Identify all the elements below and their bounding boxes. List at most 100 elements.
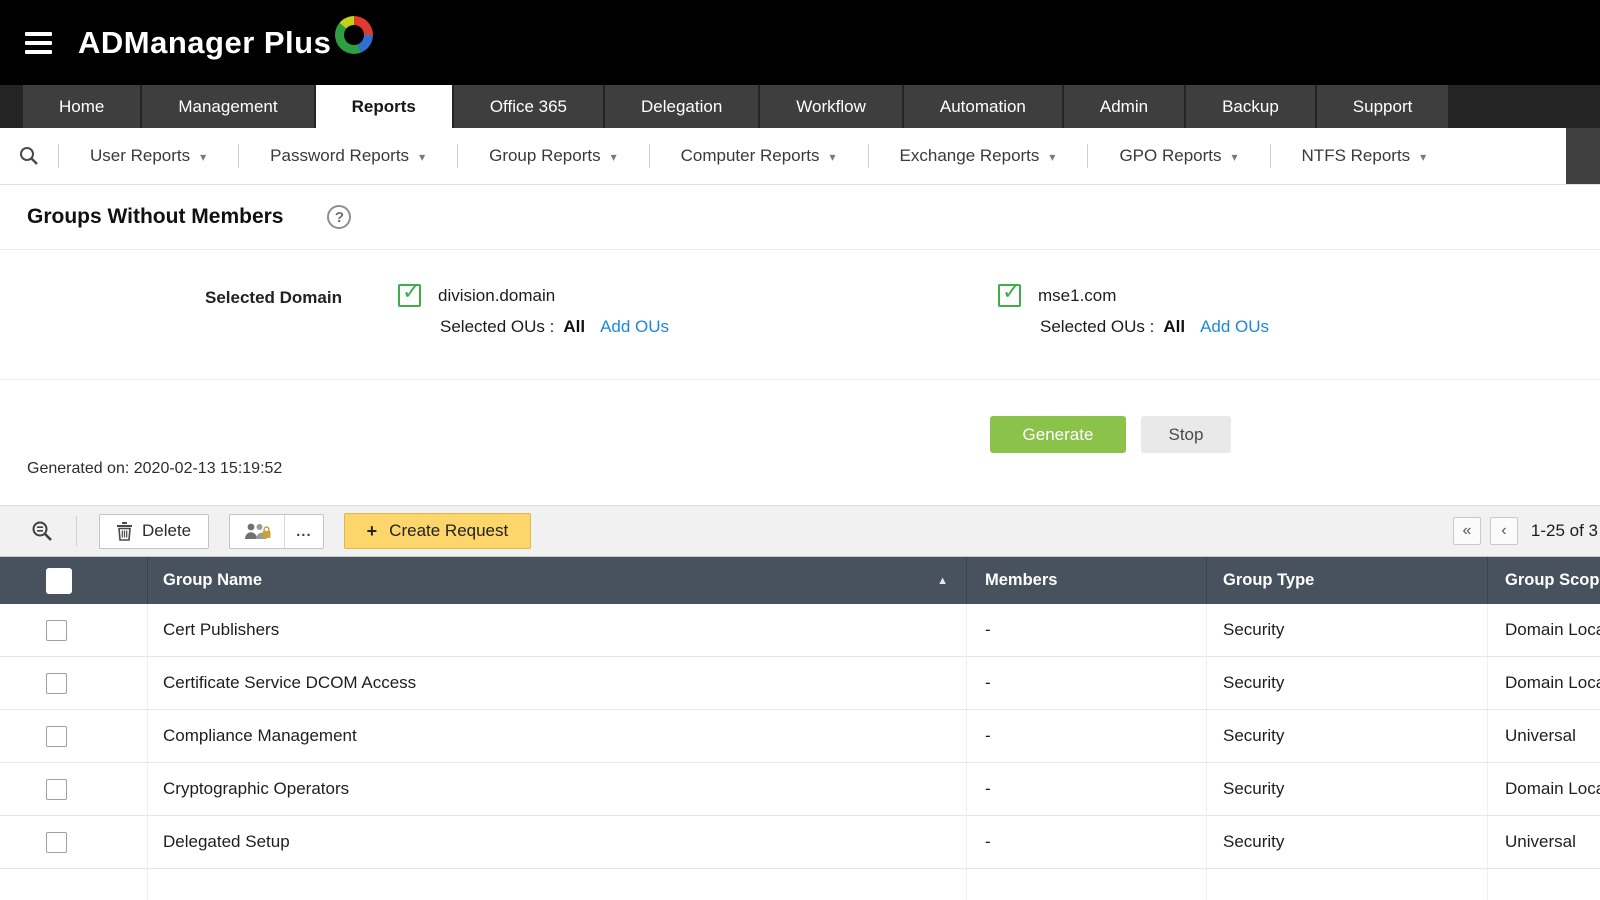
tab-workflow[interactable]: Workflow	[760, 85, 902, 128]
subnav-item-label: Password Reports	[270, 146, 409, 166]
domain-checkbox[interactable]: ✓	[998, 284, 1021, 307]
members-cell: -	[967, 710, 1207, 762]
group-scope-cell: Domain Local	[1488, 604, 1600, 656]
tab-reports[interactable]: Reports	[316, 85, 452, 128]
subnav-item-label: Computer Reports	[681, 146, 820, 166]
pagination-range: 1-25 of 3	[1531, 521, 1598, 541]
create-request-button[interactable]: + Create Request	[344, 513, 532, 549]
generate-button[interactable]: Generate	[990, 416, 1126, 453]
toolbar-divider	[76, 516, 77, 546]
group-name-cell: Cryptographic Operators	[148, 763, 967, 815]
table-row-partial	[0, 869, 1600, 900]
chevron-down-icon: ▾	[1049, 150, 1055, 164]
check-icon: ✓	[402, 279, 420, 305]
members-cell: -	[967, 763, 1207, 815]
subnav-item-label: Exchange Reports	[900, 146, 1040, 166]
table-row: Compliance Management-SecurityUniversal	[0, 710, 1600, 763]
subnav-item-group-reports[interactable]: Group Reports▾	[457, 128, 649, 184]
group-name-cell: Compliance Management	[148, 710, 967, 762]
domain-checkbox[interactable]: ✓	[398, 284, 421, 307]
row-checkbox[interactable]	[46, 726, 67, 747]
subnav-item-ntfs-reports[interactable]: NTFS Reports▾	[1270, 128, 1459, 184]
row-checkbox[interactable]	[46, 832, 67, 853]
tab-office-365[interactable]: Office 365	[454, 85, 603, 128]
group-type-cell: Security	[1207, 710, 1488, 762]
group-permissions-button[interactable]	[230, 515, 284, 548]
subnav-item-password-reports[interactable]: Password Reports▾	[238, 128, 457, 184]
column-header-group-name[interactable]: Group Name ▲	[148, 557, 967, 604]
table-row: Delegated Setup-SecurityUniversal	[0, 816, 1600, 869]
chevron-down-icon: ▾	[1232, 150, 1238, 164]
table-toolbar: Delete ... + Create Request « ‹ 1-25 of …	[0, 505, 1600, 557]
empty-cell	[1207, 869, 1488, 900]
topbar: ADManager Plus	[0, 0, 1600, 85]
table-row: Cryptographic Operators-SecurityDomain L…	[0, 763, 1600, 816]
search-icon[interactable]	[30, 519, 54, 543]
subnav-item-user-reports[interactable]: User Reports▾	[58, 128, 238, 184]
selected-domain-label: Selected Domain	[205, 288, 342, 308]
app-logo-text: ADManager Plus	[78, 24, 331, 61]
group-type-cell: Security	[1207, 763, 1488, 815]
domain-name: mse1.com	[1038, 286, 1116, 306]
group-scope-cell: Universal	[1488, 710, 1600, 762]
group-type-cell: Security	[1207, 657, 1488, 709]
check-icon: ✓	[1002, 279, 1020, 305]
subnav-item-exchange-reports[interactable]: Exchange Reports ▾	[868, 128, 1088, 184]
tab-support[interactable]: Support	[1317, 85, 1449, 128]
subnav-item-label: Group Reports	[489, 146, 601, 166]
group-scope-cell: Universal	[1488, 816, 1600, 868]
row-checkbox[interactable]	[46, 620, 67, 641]
tab-admin[interactable]: Admin	[1064, 85, 1184, 128]
plus-icon: +	[367, 521, 378, 542]
subnav-item-computer-reports[interactable]: Computer Reports▾	[649, 128, 868, 184]
selected-ous-value: All	[563, 317, 585, 337]
pagination: « ‹ 1-25 of 3	[1444, 517, 1598, 545]
menu-icon[interactable]	[25, 32, 52, 54]
select-all-cell	[0, 557, 148, 604]
tab-automation[interactable]: Automation	[904, 85, 1062, 128]
domain-name: division.domain	[438, 286, 555, 306]
subnav-item-label: GPO Reports	[1119, 146, 1221, 166]
logo-swirl-icon	[335, 16, 373, 54]
row-checkbox[interactable]	[46, 673, 67, 694]
help-icon[interactable]: ?	[327, 205, 351, 229]
tab-management[interactable]: Management	[142, 85, 313, 128]
empty-cell	[967, 869, 1207, 900]
group-scope-cell: Domain Local	[1488, 657, 1600, 709]
subnav-item-label: NTFS Reports	[1302, 146, 1411, 166]
tab-home[interactable]: Home	[23, 85, 140, 128]
tab-delegation[interactable]: Delegation	[605, 85, 758, 128]
prev-page-button[interactable]: ‹	[1490, 517, 1518, 545]
tab-backup[interactable]: Backup	[1186, 85, 1315, 128]
selected-ous-label: Selected OUs :	[1040, 317, 1154, 337]
users-lock-icon	[243, 522, 271, 541]
column-header-group-scope[interactable]: Group Scope	[1488, 557, 1600, 604]
select-all-checkbox[interactable]	[46, 568, 72, 594]
page-title: Groups Without Members	[27, 205, 283, 229]
create-request-label: Create Request	[389, 521, 508, 541]
row-checkbox-cell	[0, 657, 148, 709]
column-header-members[interactable]: Members	[967, 557, 1207, 604]
column-header-group-type[interactable]: Group Type	[1207, 557, 1488, 604]
stop-button[interactable]: Stop	[1141, 416, 1231, 453]
add-ous-link[interactable]: Add OUs	[1200, 317, 1269, 337]
search-icon[interactable]	[0, 145, 58, 167]
table-row: Certificate Service DCOM Access-Security…	[0, 657, 1600, 710]
more-actions-button[interactable]: ...	[284, 515, 323, 548]
row-checkbox-cell	[0, 763, 148, 815]
group-type-cell: Security	[1207, 816, 1488, 868]
domain-mse1: ✓ mse1.com Selected OUs : All Add OUs	[998, 284, 1269, 337]
subnav-item-gpo-reports[interactable]: GPO Reports ▾	[1087, 128, 1269, 184]
table-body: Cert Publishers-SecurityDomain LocalCert…	[0, 604, 1600, 900]
group-name-cell: Delegated Setup	[148, 816, 967, 868]
group-name-cell: Cert Publishers	[148, 604, 967, 656]
subnav-scroll-right-button[interactable]	[1566, 128, 1600, 184]
add-ous-link[interactable]: Add OUs	[600, 317, 669, 337]
delete-button[interactable]: Delete	[99, 514, 209, 549]
row-checkbox[interactable]	[46, 779, 67, 800]
group-type-cell: Security	[1207, 604, 1488, 656]
column-header-label: Group Name	[163, 571, 262, 590]
main-nav: HomeManagementReportsOffice 365Delegatio…	[0, 85, 1600, 128]
page-header: Groups Without Members ?	[0, 185, 1600, 250]
first-page-button[interactable]: «	[1453, 517, 1481, 545]
